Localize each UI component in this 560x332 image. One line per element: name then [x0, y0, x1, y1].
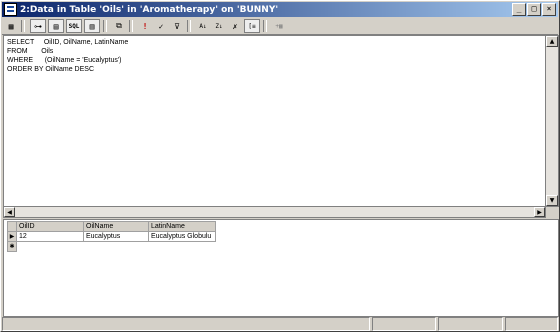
table-row[interactable]: ▶ 12 Eucalyptus Eucalyptus Globulu [7, 231, 216, 242]
status-panel [438, 317, 503, 331]
add-table-icon[interactable]: +▦ [272, 20, 286, 32]
column-header-oilid[interactable]: OilID [16, 221, 84, 232]
scroll-up-icon[interactable]: ▲ [546, 36, 558, 47]
cell-oilname[interactable]: Eucalyptus [83, 231, 149, 242]
sql-line: WHERE (OilName = 'Eucalyptus') [7, 57, 122, 64]
cell-latinname[interactable]: Eucalyptus Globulu [148, 231, 216, 242]
column-header-oilname[interactable]: OilName [83, 221, 149, 232]
new-row-icon[interactable]: ✱ [7, 241, 17, 252]
run-icon[interactable]: ! [138, 20, 152, 32]
sort-descending-icon[interactable]: Z↓ [212, 20, 226, 32]
close-button[interactable]: × [542, 3, 556, 16]
verify-sql-icon[interactable]: ✓ [154, 20, 168, 32]
status-panel-main [2, 317, 370, 331]
toolbar: ▦ ⊶ ▤ SQL ▥ ⧉ ! ✓ ⊽ A↓ Z↓ ✗ [≡ +▦ [2, 18, 558, 35]
sql-pane-icon[interactable]: SQL [66, 19, 82, 33]
new-row-cell[interactable] [17, 242, 84, 252]
window-title: 2:Data in Table 'Oils' in 'Aromatherapy'… [20, 4, 279, 15]
status-panel [504, 317, 559, 331]
minimize-button[interactable]: _ [512, 3, 526, 16]
cell-oilid[interactable]: 12 [16, 231, 84, 242]
maximize-button[interactable]: □ [527, 3, 541, 16]
new-row-cell[interactable] [149, 242, 216, 252]
sql-line: FROM Oils [7, 48, 54, 55]
sql-horizontal-scrollbar[interactable]: ◀ ▶ [3, 206, 546, 218]
toolbar-separator [263, 20, 267, 32]
status-bar [2, 317, 559, 331]
remove-filter-icon[interactable]: ⊽ [170, 20, 184, 32]
current-row-icon[interactable]: ▶ [7, 231, 17, 242]
toolbar-separator [103, 20, 107, 32]
sort-ascending-icon[interactable]: A↓ [196, 20, 210, 32]
results-grid: OilID OilName LatinName ▶ 12 Eucalyptus … [7, 221, 216, 252]
scroll-right-icon[interactable]: ▶ [534, 207, 545, 217]
title-bar[interactable]: 2:Data in Table 'Oils' in 'Aromatherapy'… [2, 2, 558, 17]
group-by-icon[interactable]: [≡ [244, 19, 260, 33]
remove-filter-icon-2[interactable]: ✗ [228, 20, 242, 32]
toolbar-separator [129, 20, 133, 32]
grid-pane-icon[interactable]: ▤ [48, 19, 64, 33]
window-controls: _ □ × [512, 3, 556, 16]
toolbar-separator [187, 20, 191, 32]
sql-line: SELECT OilID, OilName, LatinName [7, 39, 129, 46]
header-row: OilID OilName LatinName [7, 221, 216, 232]
results-pane: OilID OilName LatinName ▶ 12 Eucalyptus … [3, 219, 559, 317]
query-type-icon[interactable]: ⧉ [112, 20, 126, 32]
toolbar-separator [21, 20, 25, 32]
scroll-left-icon[interactable]: ◀ [4, 207, 15, 217]
scroll-down-icon[interactable]: ▼ [546, 195, 558, 206]
new-row-cell[interactable] [84, 242, 149, 252]
diagram-pane-icon[interactable]: ⊶ [30, 19, 46, 33]
corner-cell[interactable] [7, 221, 17, 232]
sql-pane[interactable]: SELECT OilID, OilName, LatinName FROM Oi… [3, 35, 546, 207]
new-row[interactable]: ✱ [7, 241, 216, 252]
app-icon[interactable] [4, 3, 17, 16]
properties-icon[interactable]: ▦ [4, 20, 18, 32]
sql-line: ORDER BY OilName DESC [7, 66, 95, 73]
column-header-latinname[interactable]: LatinName [148, 221, 216, 232]
results-pane-icon[interactable]: ▥ [84, 19, 100, 33]
sql-vertical-scrollbar[interactable]: ▲ ▼ [545, 35, 559, 207]
status-panel [371, 317, 437, 331]
query-window: 2:Data in Table 'Oils' in 'Aromatherapy'… [0, 0, 560, 332]
